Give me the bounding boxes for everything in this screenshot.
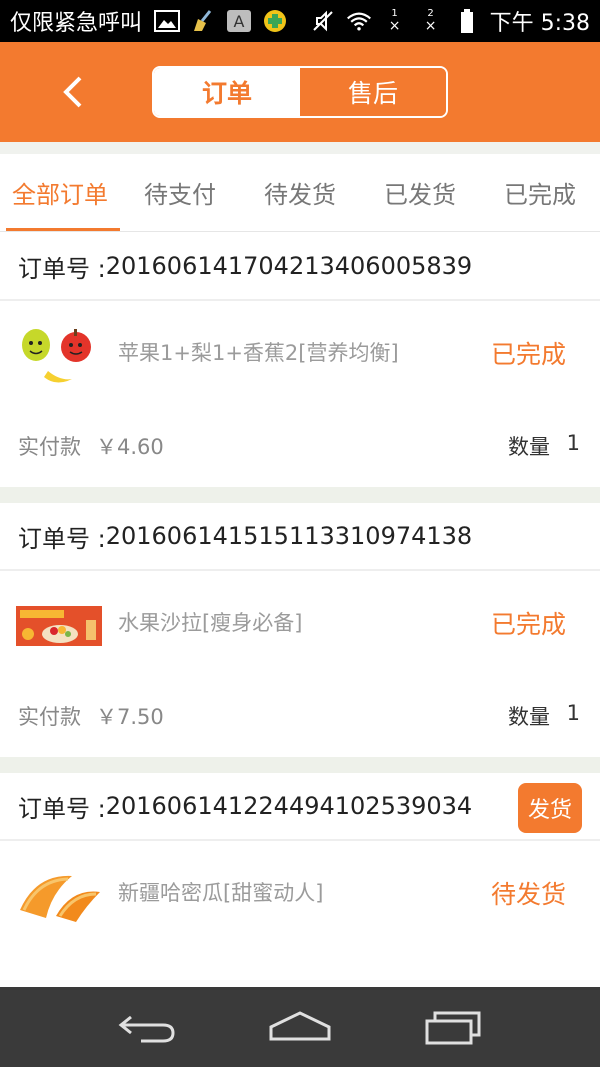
carrier-text: 仅限紧急呼叫 xyxy=(10,11,143,36)
paid-label: 实付款 xyxy=(18,435,81,459)
nav-back-button[interactable] xyxy=(112,1005,182,1049)
order-header: 订单号 : 201606141515113310974138 xyxy=(0,503,600,571)
mute-icon xyxy=(310,9,336,33)
order-card[interactable]: 订单号 : 201606141224494102539034 发货 新疆哈密瓜[… xyxy=(0,773,600,987)
product-name: 苹果1+梨1+香蕉2[营养均衡] xyxy=(118,341,399,365)
nav-home-button[interactable] xyxy=(265,1005,335,1049)
battery-icon xyxy=(454,9,480,33)
divider xyxy=(0,757,600,773)
order-number: 201606141224494102539034 xyxy=(105,792,473,820)
order-item[interactable]: 苹果1+梨1+香蕉2[营养均衡] 已完成 xyxy=(0,301,600,411)
paid-value: ￥4.60 xyxy=(96,435,164,459)
order-header: 订单号 : 201606141704213406005839 xyxy=(0,233,600,301)
quantity-label: 数量 xyxy=(508,705,550,729)
quantity-value: 1 xyxy=(566,431,580,455)
order-number: 201606141515113310974138 xyxy=(105,522,473,550)
product-name: 新疆哈密瓜[甜蜜动人] xyxy=(118,881,324,905)
order-footer: 实付款 ￥4.60 数量 1 xyxy=(0,411,600,487)
order-number: 201606141704213406005839 xyxy=(105,252,473,280)
nav-recents-button[interactable] xyxy=(418,1005,488,1049)
order-status: 待发货 xyxy=(490,880,566,909)
cross-app-icon xyxy=(262,9,288,33)
divider xyxy=(0,142,600,154)
order-card[interactable]: 订单号 : 201606141515113310974138 水果沙拉[瘦身必备… xyxy=(0,503,600,757)
order-card[interactable]: 订单号 : 201606141704213406005839 苹果1+梨1+香蕉… xyxy=(0,233,600,487)
system-nav-bar xyxy=(0,987,600,1067)
broom-icon xyxy=(190,9,216,33)
divider xyxy=(0,487,600,503)
back-icon xyxy=(118,1015,175,1043)
ship-button[interactable]: 发货 xyxy=(518,783,582,833)
quantity-label: 数量 xyxy=(508,435,550,459)
segment-orders[interactable]: 订单 xyxy=(154,68,300,116)
order-status: 已完成 xyxy=(490,340,566,369)
image-icon xyxy=(154,9,181,33)
tab-all-orders[interactable]: 全部订单 xyxy=(0,154,120,231)
order-footer: 实付款 ￥7.50 数量 1 xyxy=(0,681,600,757)
signal-2-icon: 2 × xyxy=(424,8,437,34)
melon-icon xyxy=(16,861,102,931)
back-button[interactable] xyxy=(52,70,92,114)
recents-icon xyxy=(425,1011,481,1045)
order-number-label: 订单号 : xyxy=(18,524,106,553)
order-number-label: 订单号 : xyxy=(18,794,106,823)
order-item[interactable]: 水果沙拉[瘦身必备] 已完成 xyxy=(0,571,600,681)
paid-label: 实付款 xyxy=(18,705,81,729)
order-item[interactable]: 新疆哈密瓜[甜蜜动人] 待发货 xyxy=(0,841,600,951)
a-icon: A xyxy=(226,9,252,33)
order-number-label: 订单号 : xyxy=(18,254,106,283)
product-name: 水果沙拉[瘦身必备] xyxy=(118,611,303,635)
chevron-left-icon xyxy=(63,76,82,108)
wifi-icon xyxy=(346,9,372,33)
home-icon xyxy=(269,1011,331,1041)
app-header: 订单 售后 xyxy=(0,42,600,142)
paid-value: ￥7.50 xyxy=(96,705,164,729)
segmented-control: 订单 售后 xyxy=(152,66,448,118)
fruit-mix-icon xyxy=(16,321,102,391)
segment-after-sales[interactable]: 售后 xyxy=(300,68,446,116)
order-status-tabs: 全部订单 待支付 待发货 已发货 已完成 xyxy=(0,154,600,232)
svg-text:A: A xyxy=(234,12,245,31)
tab-pending-payment[interactable]: 待支付 xyxy=(120,154,240,231)
order-header: 订单号 : 201606141224494102539034 发货 xyxy=(0,773,600,841)
order-status: 已完成 xyxy=(490,610,566,639)
signal-1-icon: 1 × xyxy=(388,8,401,34)
quantity-value: 1 xyxy=(566,701,580,725)
tab-completed[interactable]: 已完成 xyxy=(480,154,600,231)
tab-shipped[interactable]: 已发货 xyxy=(360,154,480,231)
clock: 下午 5:38 xyxy=(489,11,590,36)
salad-banner-icon xyxy=(16,591,102,661)
status-bar: 仅限紧急呼叫 A 1 × 2 × 下午 5:38 xyxy=(0,0,600,42)
tab-pending-shipment[interactable]: 待发货 xyxy=(240,154,360,231)
